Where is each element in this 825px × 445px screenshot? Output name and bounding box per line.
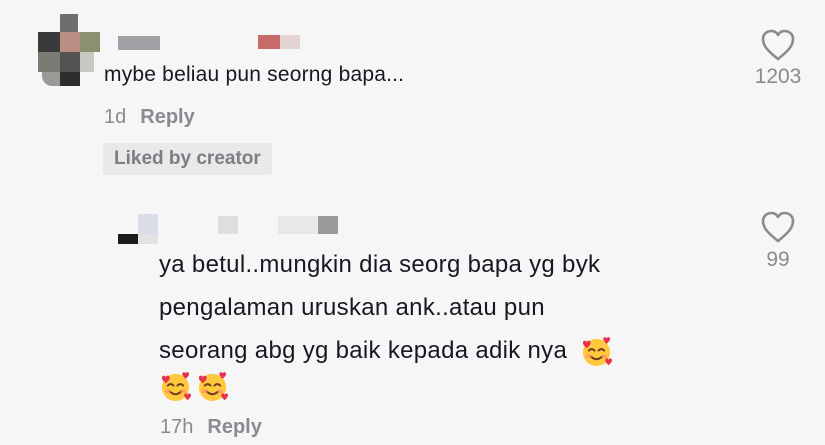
- like-count: 1203: [754, 65, 802, 88]
- liked-by-creator-badge: Liked by creator: [103, 143, 272, 175]
- heart-icon[interactable]: [760, 28, 796, 62]
- reply-emoji-line: [159, 370, 613, 410]
- reply-text-line-1: ya betul..mungkin dia seorg bapa yg byk: [159, 251, 601, 278]
- reply-text-line-3-wrap: seorang abg yg baik kepada adik nya: [159, 329, 613, 372]
- smiling-face-with-hearts-icon: [159, 370, 192, 403]
- reply-body: ya betul..mungkin dia seorg bapa yg byk …: [159, 243, 613, 410]
- reply-avatar[interactable]: [118, 214, 160, 244]
- reply-text-line-2: pengalaman uruskan ank..atau pun: [159, 294, 545, 321]
- comment-text: mybe beliau pun seorng bapa...: [104, 63, 405, 86]
- comment-age: 1d: [104, 106, 127, 128]
- smiling-face-with-hearts-icon: [580, 335, 613, 368]
- reply-username-redacted[interactable]: [218, 216, 340, 234]
- reply-meta: 17h Reply: [160, 416, 262, 439]
- author-badge-redacted: [258, 35, 300, 49]
- reply-like-control[interactable]: 99: [744, 210, 812, 272]
- reply-age: 17h: [160, 416, 194, 438]
- username-redacted[interactable]: [118, 36, 160, 50]
- comment-like-control[interactable]: 1203: [744, 28, 812, 89]
- avatar[interactable]: [38, 14, 100, 86]
- reply-text-line-3: seorang abg yg baik kepada adik nya: [159, 337, 568, 364]
- reply-like-count: 99: [766, 248, 790, 271]
- heart-icon[interactable]: [760, 210, 796, 244]
- comment-meta: 1d Reply: [104, 106, 195, 129]
- smiling-face-with-hearts-icon: [196, 370, 229, 403]
- reply-button[interactable]: Reply: [140, 106, 194, 128]
- reply-reply-button[interactable]: Reply: [207, 416, 261, 438]
